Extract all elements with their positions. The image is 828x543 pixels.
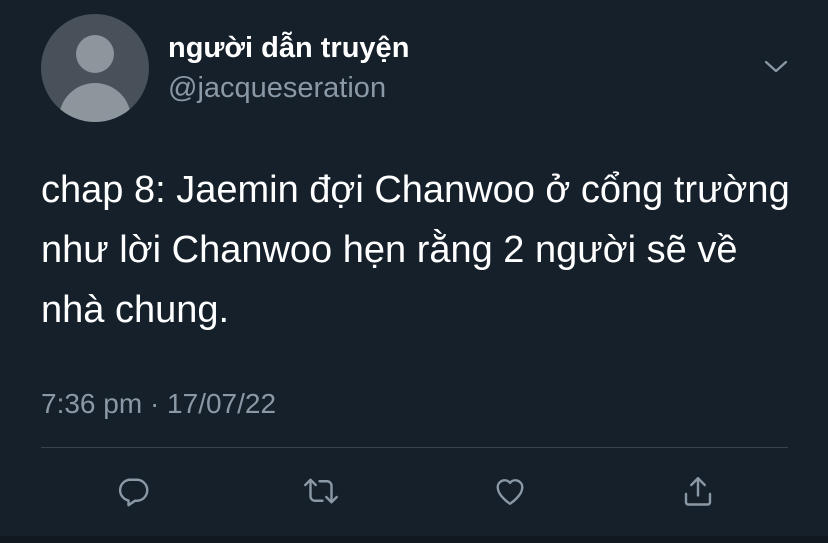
avatar[interactable] — [41, 14, 149, 122]
chevron-down-icon — [764, 60, 788, 73]
tweet-menu-button[interactable] — [760, 54, 792, 80]
divider — [41, 447, 788, 448]
like-button[interactable] — [488, 466, 532, 516]
reply-icon — [118, 478, 149, 507]
action-bar — [0, 466, 828, 516]
retweet-icon — [304, 478, 338, 504]
avatar-head-shape — [76, 35, 114, 73]
display-name[interactable]: người dẫn truyện — [168, 30, 409, 66]
tweet-timestamp[interactable]: 7:36 pm · 17/07/22 — [41, 386, 276, 422]
like-icon — [496, 479, 524, 505]
reply-button[interactable] — [111, 466, 155, 516]
share-icon — [684, 477, 712, 506]
tweet-card: người dẫn truyện @jacqueseration chap 8:… — [0, 0, 828, 543]
user-handle[interactable]: @jacqueseration — [168, 70, 386, 106]
bottom-edge — [0, 536, 828, 543]
retweet-button[interactable] — [299, 466, 343, 516]
avatar-shoulders-shape — [59, 83, 131, 122]
tweet-text: chap 8: Jaemin đợi Chanwoo ở cổng trường… — [41, 169, 790, 331]
share-button[interactable] — [676, 466, 720, 516]
